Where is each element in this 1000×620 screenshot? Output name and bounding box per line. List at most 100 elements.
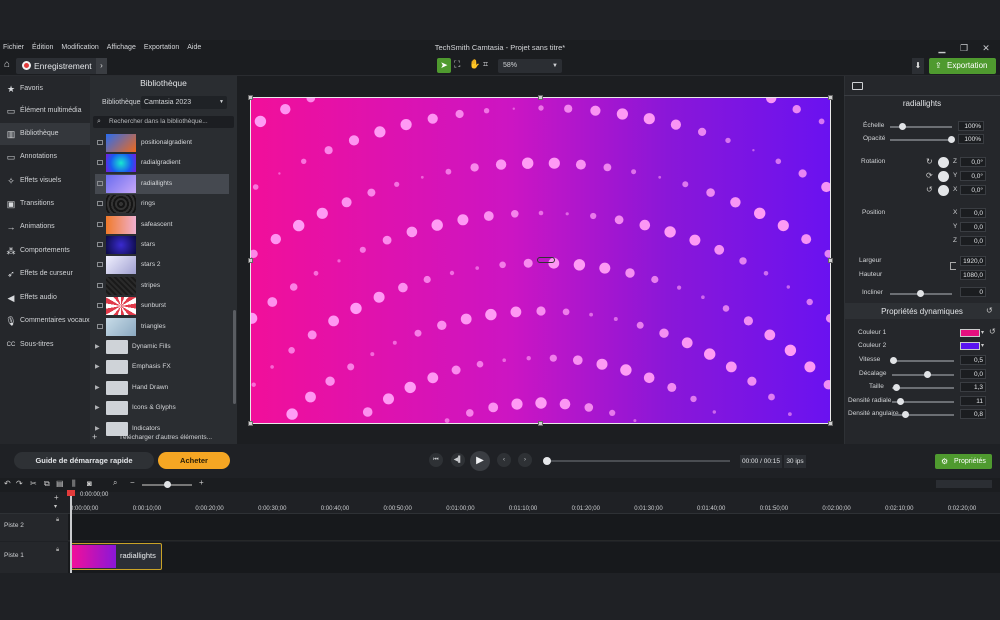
library-asset-row[interactable]: stars [95, 235, 229, 255]
chevron-down-icon[interactable]: ▾ [981, 329, 984, 336]
resize-handle[interactable] [538, 95, 543, 100]
library-asset-row[interactable]: positionalgradient [95, 133, 229, 153]
menu-exportation[interactable]: Exportation [144, 40, 179, 56]
nav-item[interactable]: CC Sous-titres [0, 334, 90, 356]
slider-value[interactable]: 1,3 [960, 382, 986, 392]
library-asset-row[interactable]: radiallights [95, 173, 229, 194]
zoom-select[interactable]: 58% ▼ [498, 59, 562, 73]
library-asset-row[interactable]: stripes [95, 276, 229, 296]
paste-icon[interactable]: ▤ [56, 479, 64, 488]
home-icon[interactable]: ⌂ [4, 59, 10, 70]
split-icon[interactable]: ⫼ [72, 479, 76, 489]
slider-value[interactable]: 11 [960, 395, 986, 406]
rotation-x-value[interactable]: 0,0° [960, 185, 986, 195]
nav-item[interactable]: ▥ Bibliothèque [0, 123, 90, 145]
library-asset-row[interactable]: triangles [95, 317, 229, 337]
reset-icon[interactable]: ↺ [986, 306, 993, 315]
restore-icon[interactable]: ❐ [957, 42, 971, 54]
library-scrollbar[interactable] [233, 310, 236, 404]
timeline-zoom-knob[interactable] [164, 481, 171, 488]
nav-item[interactable]: ✧ Effets visuels [0, 170, 90, 192]
library-select[interactable]: Camtasia 2023 ▼ [141, 96, 227, 109]
library-asset-row[interactable]: sunburst [95, 296, 229, 316]
checkbox-icon[interactable] [97, 160, 103, 166]
link-icon[interactable] [950, 262, 956, 270]
checkbox-icon[interactable] [97, 180, 103, 186]
playhead[interactable] [70, 491, 72, 573]
timeline-scroll[interactable] [936, 480, 992, 488]
checkbox-icon[interactable] [97, 140, 103, 145]
zoom-out-icon[interactable]: − [130, 478, 135, 487]
menu-modification[interactable]: Modification [61, 40, 98, 56]
height-value[interactable]: 1080,0 [960, 270, 986, 280]
download-more-link[interactable]: Télécharger d'autres éléments... [90, 431, 237, 444]
chevron-down-icon[interactable]: ▾ [981, 342, 984, 349]
slider-value[interactable]: 0,0 [960, 368, 986, 379]
slider-value[interactable]: 0,5 [960, 355, 986, 365]
buy-button[interactable]: Acheter [158, 452, 230, 469]
color2-swatch[interactable] [960, 342, 980, 350]
slider-knob[interactable] [902, 411, 909, 418]
nav-item[interactable]: ◀ Effets audio [0, 287, 90, 309]
scrub-track[interactable] [547, 460, 730, 462]
position-y-value[interactable]: 0,0 [960, 222, 986, 232]
slider-knob[interactable] [897, 397, 904, 405]
step-back-icon[interactable]: ◀▌ [451, 453, 465, 467]
opacity-slider-knob[interactable] [948, 136, 955, 143]
color1-swatch[interactable] [960, 329, 980, 337]
resize-handle[interactable] [828, 95, 833, 100]
slider-value[interactable]: 0,8 [960, 409, 986, 419]
expand-icon[interactable]: ▶ [95, 398, 100, 418]
chevron-right-icon[interactable]: › [96, 58, 107, 74]
close-icon[interactable]: ✕ [979, 42, 993, 54]
add-track-icon[interactable]: + [54, 493, 59, 502]
resize-handle[interactable] [248, 421, 253, 426]
expand-icon[interactable]: ▶ [95, 357, 100, 377]
scale-value[interactable]: 100% [958, 121, 984, 131]
resize-handle[interactable] [538, 421, 543, 426]
slider-track[interactable] [892, 387, 954, 389]
snapshot-icon[interactable]: ◙ [87, 479, 92, 488]
zoom-icon[interactable]: ⌕ [113, 478, 117, 488]
opacity-value[interactable]: 100% [958, 134, 984, 144]
menu-aide[interactable]: Aide [187, 40, 201, 56]
play-button[interactable]: ▶ [470, 451, 490, 471]
resize-handle[interactable] [828, 258, 833, 263]
rotation-z-value[interactable]: 0,0° [960, 157, 986, 167]
nav-item[interactable]: ⁂ Comportements [0, 240, 90, 262]
slider-knob[interactable] [890, 357, 897, 364]
previous-icon[interactable]: ‹ [497, 453, 511, 467]
rotation-y-dial[interactable] [938, 171, 949, 182]
nav-item[interactable]: 🎙︎ Commentaires vocaux [0, 310, 90, 332]
menu-edition[interactable]: Édition [32, 40, 53, 56]
minimize-icon[interactable]: ▁ [935, 42, 949, 54]
tilt-value[interactable]: 0 [960, 287, 986, 297]
library-asset-row[interactable]: rings [95, 194, 229, 214]
visual-properties-icon[interactable] [852, 82, 863, 90]
resize-handle[interactable] [248, 95, 253, 100]
expand-icon[interactable]: ▶ [95, 337, 100, 357]
nav-item[interactable]: ▭ Annotations [0, 146, 90, 168]
redo-icon[interactable]: ↷ [16, 479, 23, 488]
position-x-value[interactable]: 0,0 [960, 208, 986, 218]
track-lock-icon[interactable]: 🔒︎ [56, 546, 59, 554]
rotation-x-dial[interactable] [938, 185, 949, 196]
reset-color-icon[interactable]: ↺ [989, 327, 996, 336]
nav-item[interactable]: ▣ Transitions [0, 193, 90, 215]
nav-item[interactable]: → Animations [0, 216, 90, 238]
copy-icon[interactable]: ⧉ [44, 479, 50, 489]
download-icon[interactable]: ⬇ [912, 58, 924, 74]
checkbox-icon[interactable] [97, 282, 103, 288]
playhead-marker[interactable] [67, 490, 75, 496]
crop-tool-icon[interactable]: ⌗ [483, 59, 488, 70]
checkbox-icon[interactable] [97, 221, 103, 227]
slider-track[interactable] [892, 360, 954, 362]
slider-track[interactable] [892, 373, 954, 376]
scale-slider-knob[interactable] [899, 123, 906, 130]
properties-button[interactable]: ⚙ Propriétés [935, 454, 992, 469]
resize-handle[interactable] [248, 258, 253, 263]
checkbox-icon[interactable] [97, 303, 103, 309]
track-lock-icon[interactable]: 🔒︎ [56, 516, 59, 524]
export-button[interactable]: ⇪ Exportation [929, 58, 996, 74]
expand-icon[interactable]: ▶ [95, 378, 100, 398]
